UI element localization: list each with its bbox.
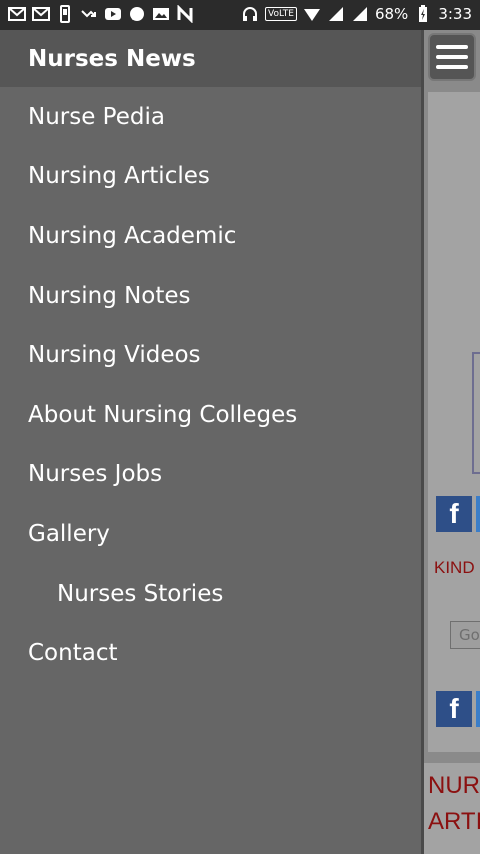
notification-icons: [8, 5, 194, 23]
drawer-item-label: About Nursing Colleges: [28, 401, 298, 428]
drawer-item-contact[interactable]: Contact: [0, 623, 421, 683]
drawer-item-nursing-articles[interactable]: Nursing Articles: [0, 147, 421, 207]
drawer-item-nursing-notes[interactable]: Nursing Notes: [0, 266, 421, 326]
missed-call-icon: [80, 5, 98, 23]
facebook-share-button[interactable]: f: [436, 496, 472, 532]
drawer-header[interactable]: Nurses News: [0, 30, 421, 87]
drawer-item-label: Nurse Pedia: [28, 103, 165, 130]
drawer-item-nurses-stories[interactable]: Nurses Stories: [0, 564, 421, 624]
youtube-icon: [104, 5, 122, 23]
article-title[interactable]: NUR: [428, 772, 480, 800]
drawer-title: Nurses News: [28, 45, 196, 72]
headphones-icon: [241, 5, 259, 23]
article-title[interactable]: ARTI: [428, 808, 480, 836]
drawer-item-gallery[interactable]: Gallery: [0, 504, 421, 564]
facebook-icon: f: [449, 498, 459, 529]
drawer-item-label: Nurses Stories: [57, 580, 224, 607]
drawer-item-label: Nurses Jobs: [28, 461, 163, 488]
n-icon: [176, 5, 194, 23]
drawer-item-label: Nursing Videos: [28, 342, 201, 369]
search-input[interactable]: Go: [450, 621, 480, 649]
drawer-menu: Nurse Pedia Nursing Articles Nursing Aca…: [0, 87, 421, 683]
image-frame: [472, 352, 480, 474]
drawer-item-label: Contact: [28, 640, 118, 667]
facebook-icon: f: [449, 693, 459, 724]
twitter-share-button[interactable]: [476, 496, 480, 532]
drawer-item-label: Nursing Notes: [28, 282, 191, 309]
clock: 3:33: [438, 5, 472, 23]
status-bar: VoLTE 68% 3:33: [0, 0, 480, 30]
page-behind-drawer: f KIND Go f NUR ARTI: [424, 30, 480, 854]
signal-icon: [351, 5, 369, 23]
chat-icon: [128, 5, 146, 23]
hamburger-icon: [436, 55, 468, 59]
drawer-item-nurse-pedia[interactable]: Nurse Pedia: [0, 87, 421, 147]
battery-percent: 68%: [374, 5, 409, 23]
drawer-item-nursing-videos[interactable]: Nursing Videos: [0, 325, 421, 385]
drawer-item-label: Gallery: [28, 520, 110, 547]
gmail-icon: [32, 5, 50, 23]
article-label: KIND: [434, 558, 475, 577]
twitter-share-button[interactable]: [476, 691, 480, 727]
drawer-item-nursing-academic[interactable]: Nursing Academic: [0, 206, 421, 266]
volte-badge: VoLTE: [265, 7, 297, 21]
drawer-item-label: Nursing Articles: [28, 163, 210, 190]
signal-icon: [327, 5, 345, 23]
drawer-item-label: Nursing Academic: [28, 222, 237, 249]
hamburger-icon: [436, 45, 468, 49]
navigation-drawer: Nurses News Nurse Pedia Nursing Articles…: [0, 30, 421, 854]
gmail-icon: [8, 5, 26, 23]
image-icon: [152, 5, 170, 23]
hamburger-icon: [436, 65, 468, 69]
drawer-item-nurses-jobs[interactable]: Nurses Jobs: [0, 445, 421, 505]
menu-toggle-button[interactable]: [428, 33, 476, 81]
facebook-share-button[interactable]: f: [436, 691, 472, 727]
drawer-item-about-nursing-colleges[interactable]: About Nursing Colleges: [0, 385, 421, 445]
wifi-icon: [303, 5, 321, 23]
phone-icon: [56, 5, 74, 23]
battery-charging-icon: [414, 5, 432, 23]
status-indicators: VoLTE 68% 3:33: [241, 5, 472, 23]
